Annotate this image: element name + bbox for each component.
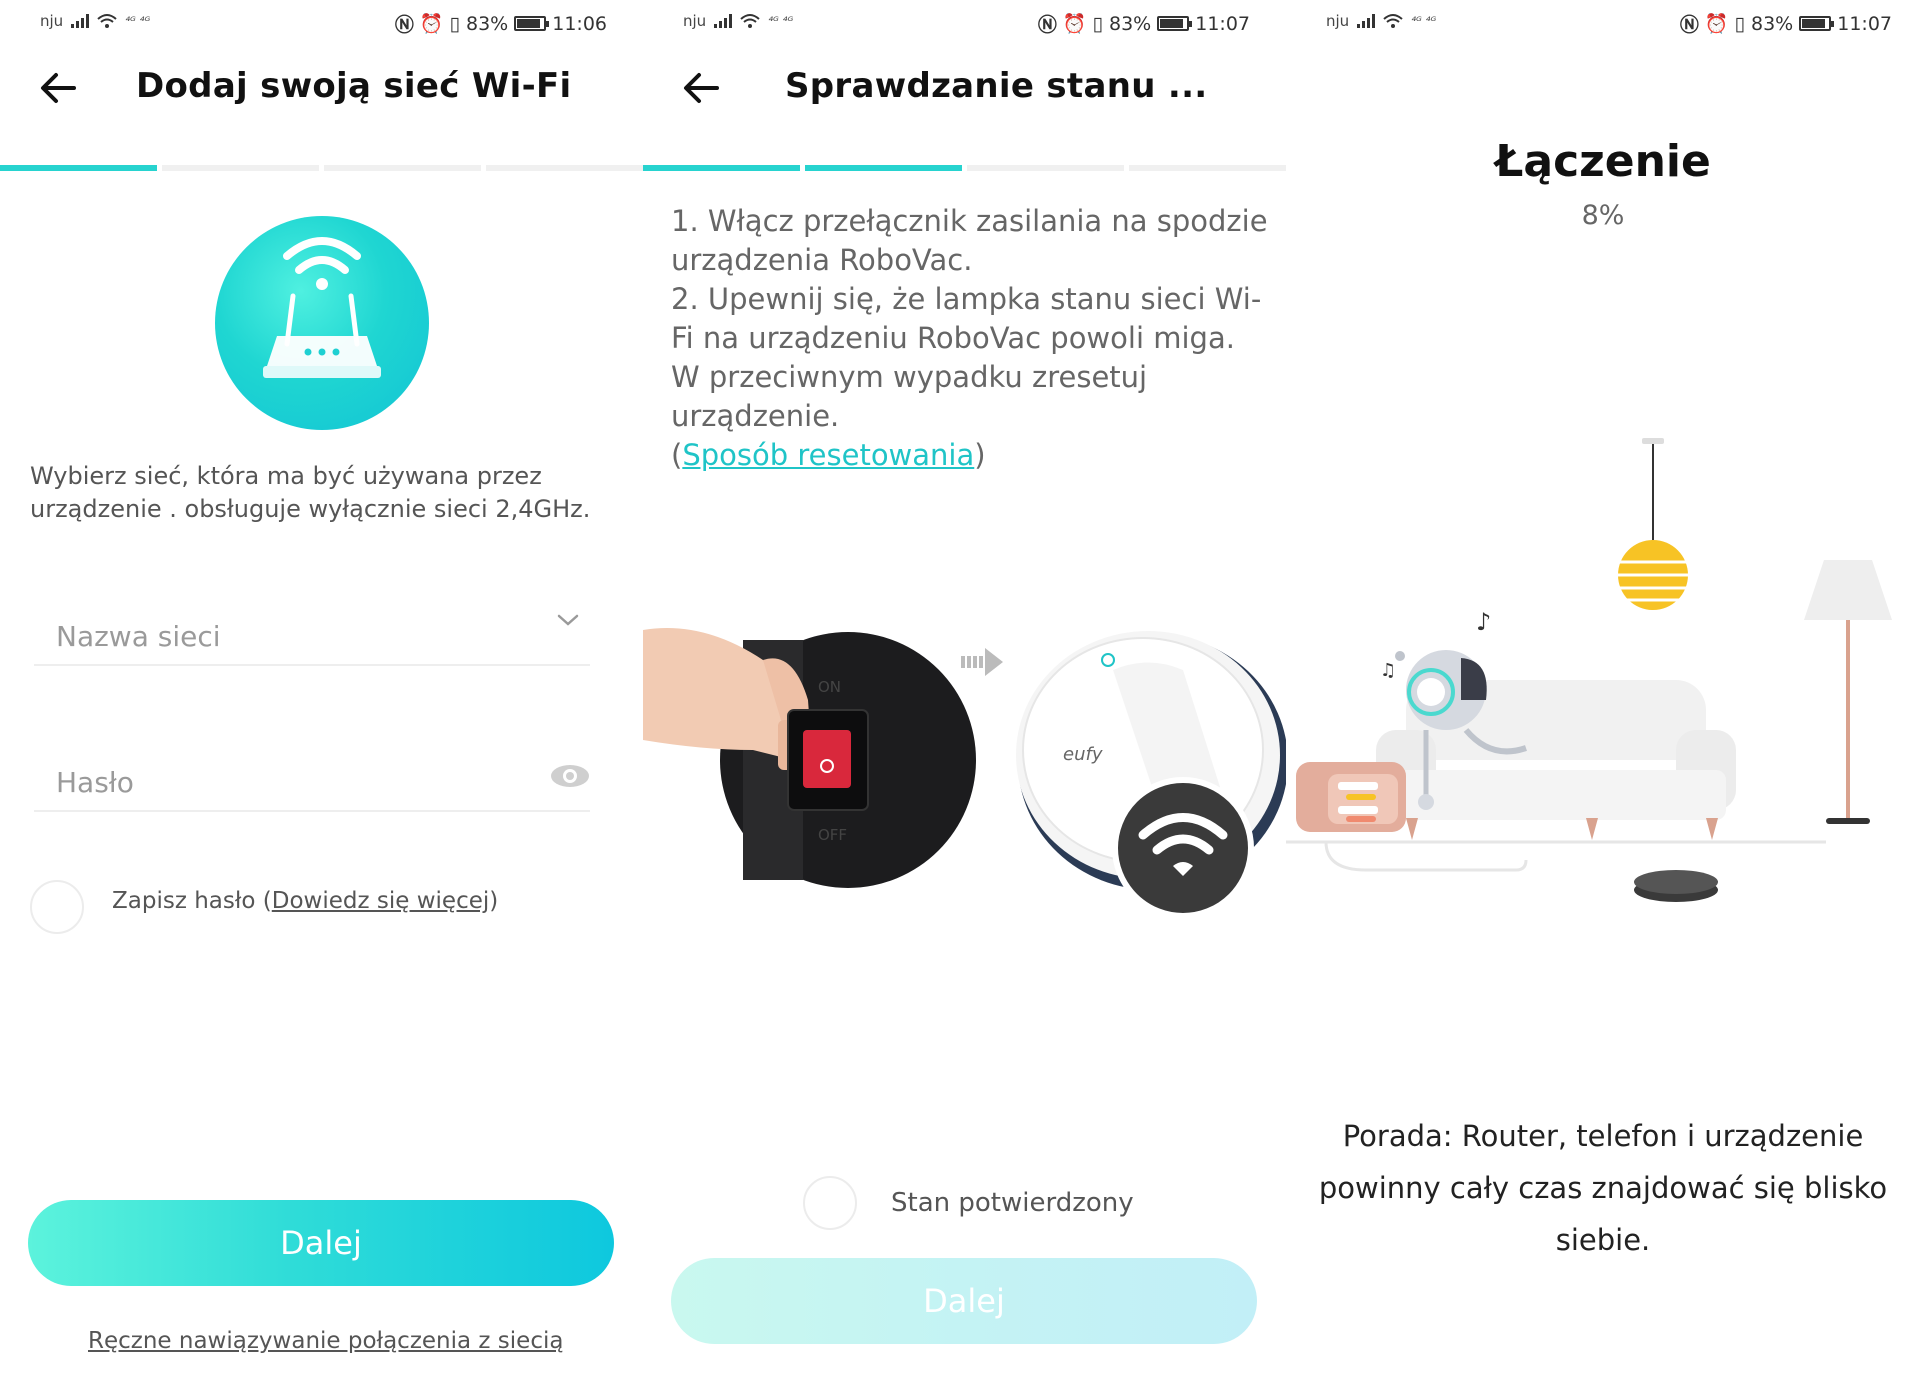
connection-progress: 8% [1581,200,1625,231]
vibrate-icon: ▯ [449,12,460,35]
network-name-input[interactable] [56,614,496,658]
step-4 [1129,165,1286,171]
wifi-setup-screen: nju ⁴ᴳ ⁴ᴳ Ⓝ ⏰ ▯ 83% 11:06 Dodaj swoją si… [0,0,643,1387]
music-note-icon: ♫ [1380,660,1396,681]
carrier-label: nju [40,12,64,30]
connecting-screen: nju ⁴ᴳ ⁴ᴳ Ⓝ ⏰ ▯ 83% 11:07 Łączenie 8% ♪ … [1286,0,1920,1387]
step-3 [324,165,481,171]
wifi-badge [1112,777,1254,919]
robovac-puck-icon [1634,870,1718,902]
network-name-field[interactable] [34,606,590,666]
back-arrow-icon[interactable] [36,66,80,110]
router-icon [263,237,381,378]
battery-percent: 83% [1109,12,1152,35]
data-indicator-icon: ⁴ᴳ ⁴ᴳ [768,14,794,28]
paren-open: ( [671,438,683,472]
carrier-label: nju [683,12,707,30]
step-1 [643,165,800,171]
step-2 [162,165,319,171]
battery-icon [514,16,550,31]
step-4 [486,165,643,171]
floor-lamp-icon [1804,560,1892,824]
battery-icon [1157,16,1193,31]
instruction-step-2: 2. Upewnij się, że lampka stanu sieci Wi… [671,282,1262,433]
signal-icon [71,14,90,28]
step-2 [805,165,962,171]
next-button-disabled[interactable]: Dalej [671,1258,1257,1344]
nfc-icon: Ⓝ [1679,14,1699,36]
paren-open: ( [262,888,272,914]
nfc-icon: Ⓝ [1037,14,1057,36]
save-password-row: Zapisz hasło (Dowiedz się więcej) [112,888,498,914]
arrow-right-icon [961,648,1003,676]
clock: 11:07 [1195,12,1250,35]
data-indicator-icon: ⁴ᴳ ⁴ᴳ [125,14,151,28]
vibrate-icon: ▯ [1734,12,1745,35]
paren-close: ) [974,438,986,472]
status-bar: nju ⁴ᴳ ⁴ᴳ Ⓝ ⏰ ▯ 83% 11:07 [643,0,1286,44]
signal-icon [1357,14,1376,28]
manual-connect-link[interactable]: Ręczne nawiązywanie połączenia z siecią [88,1328,563,1354]
signal-icon [714,14,733,28]
connecting-title: Łączenie [1495,136,1711,187]
password-field[interactable] [34,752,590,812]
paren-close: ) [489,888,499,914]
status-bar: nju ⁴ᴳ ⁴ᴳ Ⓝ ⏰ ▯ 83% 11:06 [0,0,643,44]
back-arrow-icon[interactable] [679,66,723,110]
status-confirmed-label: Stan potwierdzony [891,1188,1134,1218]
step-progress [643,165,1286,173]
page-title: Sprawdzanie stanu ... [785,66,1208,106]
robovac-power-illustration: ON OFF eufy [643,628,1286,919]
clock: 11:06 [552,12,607,35]
wifi-status-icon [97,14,117,28]
alarm-icon: ⏰ [1062,13,1087,35]
vibrate-icon: ▯ [1092,12,1103,35]
reset-how-link[interactable]: Sposób resetowania [682,438,974,472]
instruction-step-1: 1. Włącz przełącznik zasilania na spodzi… [671,204,1268,277]
status-check-screen: nju ⁴ᴳ ⁴ᴳ Ⓝ ⏰ ▯ 83% 11:07 Sprawdzanie st… [643,0,1286,1387]
battery-percent: 83% [1751,12,1794,35]
step-3 [967,165,1124,171]
status-bar: nju ⁴ᴳ ⁴ᴳ Ⓝ ⏰ ▯ 83% 11:07 [1286,0,1920,44]
router-illustration [215,216,429,430]
switch-on-label: ON [818,678,841,696]
wifi-status-icon [1383,14,1403,28]
switch-off-label: OFF [818,826,847,844]
network-description: Wybierz sieć, która ma być używana przez… [30,462,591,523]
living-room-illustration: ♪ ♫ [1286,438,1892,902]
clock: 11:07 [1837,12,1892,35]
step-progress [0,165,643,173]
app-header: Dodaj swoją sieć Wi-Fi [0,60,643,120]
carrier-label: nju [1326,12,1350,30]
tip-text: Porada: Router, telefon i urządzenie pow… [1318,1119,1888,1257]
eye-icon[interactable] [550,762,590,790]
status-confirmed-checkbox[interactable] [803,1176,857,1230]
nfc-icon: Ⓝ [394,14,414,36]
learn-more-link[interactable]: Dowiedz się więcej [272,888,490,914]
password-input[interactable] [56,760,496,804]
alarm-icon: ⏰ [419,13,444,35]
instructions: 1. Włącz przełącznik zasilania na spodzi… [671,202,1271,475]
alarm-icon: ⏰ [1704,13,1729,35]
wifi-status-icon [740,14,760,28]
side-table-icon [1296,762,1406,832]
app-header: Sprawdzanie stanu ... [643,60,1286,120]
step-1 [0,165,157,171]
pendant-lamp-icon [1618,438,1688,610]
save-password-checkbox[interactable] [30,880,84,934]
battery-icon [1799,16,1835,31]
brand-label: eufy [1063,744,1103,765]
music-note-icon: ♪ [1476,608,1491,636]
chevron-down-icon[interactable] [554,606,582,634]
save-password-label: Zapisz hasło [112,888,263,914]
next-button[interactable]: Dalej [28,1200,614,1286]
reset-row: (Sposób resetowania) [671,436,1271,475]
page-title: Dodaj swoją sieć Wi-Fi [136,66,572,106]
data-indicator-icon: ⁴ᴳ ⁴ᴳ [1411,14,1437,28]
battery-percent: 83% [466,12,509,35]
